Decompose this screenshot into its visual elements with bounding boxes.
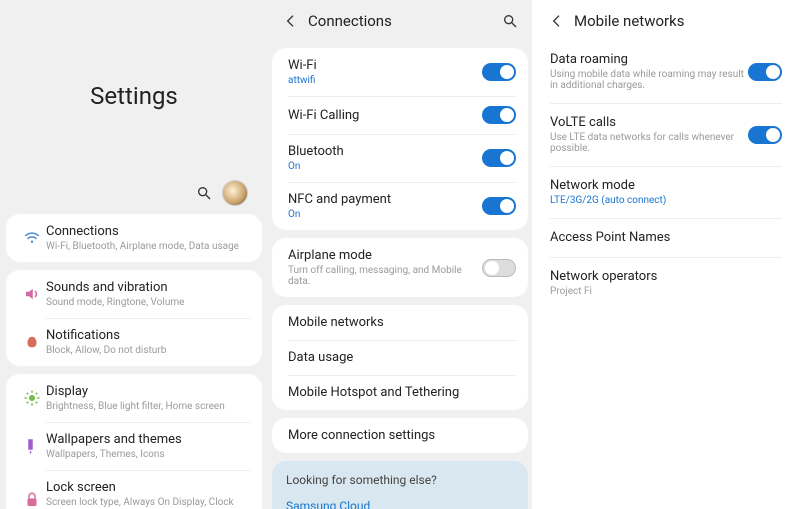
settings-main-pane: Settings Connections Wi-Fi, Bluetooth, A… bbox=[0, 0, 268, 509]
connections-pane: Connections Wi-Fi attwifi Wi-Fi Calling B… bbox=[268, 0, 532, 509]
list-item[interactable]: NFC and payment On bbox=[272, 182, 528, 230]
item-title: Lock screen bbox=[46, 480, 250, 495]
appbar-title: Mobile networks bbox=[574, 12, 784, 30]
list-item[interactable]: Data usage bbox=[272, 340, 528, 375]
item-title: Mobile Hotspot and Tethering bbox=[288, 385, 516, 400]
item-title: Bluetooth bbox=[288, 144, 482, 159]
toggle-switch[interactable] bbox=[748, 126, 782, 144]
toggle-switch[interactable] bbox=[482, 197, 516, 215]
toggle-switch[interactable] bbox=[482, 106, 516, 124]
lock-icon bbox=[18, 491, 46, 509]
list-item[interactable]: Mobile networks bbox=[272, 305, 528, 340]
header-actions bbox=[6, 180, 262, 206]
list-item[interactable]: Data roaming Using mobile data while roam… bbox=[538, 40, 794, 103]
item-subtitle: Screen lock type, Always On Display, Clo… bbox=[46, 497, 250, 509]
item-title: More connection settings bbox=[288, 428, 516, 443]
item-subtitle: Using mobile data while roaming may resu… bbox=[550, 69, 748, 91]
list-item[interactable]: More connection settings bbox=[272, 418, 528, 453]
list-item[interactable]: Bluetooth On bbox=[272, 134, 528, 182]
settings-item[interactable]: Display Brightness, Blue light filter, H… bbox=[6, 374, 262, 422]
wall-icon bbox=[18, 437, 46, 455]
settings-item[interactable]: Lock screen Screen lock type, Always On … bbox=[6, 470, 262, 509]
item-subtitle: Sound mode, Ringtone, Volume bbox=[46, 297, 250, 308]
settings-item[interactable]: Wallpapers and themes Wallpapers, Themes… bbox=[6, 422, 262, 470]
appbar: Mobile networks bbox=[538, 0, 794, 40]
page-title: Settings bbox=[6, 82, 262, 110]
settings-item[interactable]: Sounds and vibration Sound mode, Rington… bbox=[6, 270, 262, 318]
toggle-switch[interactable] bbox=[482, 259, 516, 277]
list-item[interactable]: Wi-Fi Calling bbox=[272, 96, 528, 134]
item-title: Connections bbox=[46, 224, 250, 239]
notif-icon bbox=[18, 333, 46, 351]
item-subtitle: Brightness, Blue light filter, Home scre… bbox=[46, 401, 250, 412]
wifi-icon bbox=[18, 229, 46, 247]
item-title: Access Point Names bbox=[550, 230, 782, 245]
suggestions-heading: Looking for something else? bbox=[286, 473, 514, 487]
item-title: NFC and payment bbox=[288, 192, 482, 207]
list-item[interactable]: Mobile Hotspot and Tethering bbox=[272, 375, 528, 410]
item-subtitle: Wallpapers, Themes, Icons bbox=[46, 449, 250, 460]
settings-group: Connections Wi-Fi, Bluetooth, Airplane m… bbox=[6, 214, 262, 262]
list-item[interactable]: Airplane mode Turn off calling, messaging… bbox=[272, 238, 528, 297]
display-icon bbox=[18, 389, 46, 407]
back-icon[interactable] bbox=[548, 12, 566, 30]
settings-group: More connection settings bbox=[272, 418, 528, 453]
toggle-switch[interactable] bbox=[482, 63, 516, 81]
item-subtitle: attwifi bbox=[288, 75, 482, 86]
list-item[interactable]: VoLTE calls Use LTE data networks for cal… bbox=[538, 103, 794, 166]
item-title: Data roaming bbox=[550, 52, 748, 67]
mobile-networks-pane: Mobile networks Data roaming Using mobile… bbox=[532, 0, 800, 509]
item-subtitle: On bbox=[288, 209, 482, 220]
item-subtitle: LTE/3G/2G (auto connect) bbox=[550, 195, 782, 206]
settings-item[interactable]: Connections Wi-Fi, Bluetooth, Airplane m… bbox=[6, 214, 262, 262]
list-item[interactable]: Network operators Project Fi bbox=[538, 257, 794, 309]
settings-group: Display Brightness, Blue light filter, H… bbox=[6, 374, 262, 509]
item-subtitle: On bbox=[288, 161, 482, 172]
appbar: Connections bbox=[272, 0, 528, 40]
item-subtitle: Turn off calling, messaging, and Mobile … bbox=[288, 265, 482, 287]
item-title: Wi-Fi bbox=[288, 58, 482, 73]
item-title: Data usage bbox=[288, 350, 516, 365]
item-title: Wallpapers and themes bbox=[46, 432, 250, 447]
avatar[interactable] bbox=[222, 180, 248, 206]
settings-item[interactable]: Notifications Block, Allow, Do not distu… bbox=[6, 318, 262, 366]
item-subtitle: Use LTE data networks for calls whenever… bbox=[550, 132, 748, 154]
item-title: Display bbox=[46, 384, 250, 399]
suggestions-card: Looking for something else? Samsung Clou… bbox=[272, 461, 528, 509]
item-title: Network mode bbox=[550, 178, 782, 193]
list-item[interactable]: Network mode LTE/3G/2G (auto connect) bbox=[538, 166, 794, 218]
item-subtitle: Block, Allow, Do not disturb bbox=[46, 345, 250, 356]
settings-group: Sounds and vibration Sound mode, Rington… bbox=[6, 270, 262, 366]
item-title: Airplane mode bbox=[288, 248, 482, 263]
item-title: Mobile networks bbox=[288, 315, 516, 330]
back-icon[interactable] bbox=[282, 12, 300, 30]
item-title: Network operators bbox=[550, 269, 782, 284]
toggle-switch[interactable] bbox=[748, 63, 782, 81]
settings-group: Wi-Fi attwifi Wi-Fi Calling Bluetooth On N… bbox=[272, 48, 528, 230]
item-title: VoLTE calls bbox=[550, 115, 748, 130]
item-title: Notifications bbox=[46, 328, 250, 343]
search-icon[interactable] bbox=[196, 185, 212, 201]
item-title: Sounds and vibration bbox=[46, 280, 250, 295]
list-item[interactable]: Access Point Names bbox=[538, 218, 794, 257]
settings-group: Mobile networks Data usage Mobile Hotspo… bbox=[272, 305, 528, 410]
suggestion-link[interactable]: Samsung Cloud bbox=[286, 499, 514, 509]
sound-icon bbox=[18, 285, 46, 303]
item-title: Wi-Fi Calling bbox=[288, 108, 482, 123]
list-item[interactable]: Wi-Fi attwifi bbox=[272, 48, 528, 96]
search-icon[interactable] bbox=[502, 13, 518, 29]
item-subtitle: Project Fi bbox=[550, 286, 782, 297]
settings-group: Airplane mode Turn off calling, messaging… bbox=[272, 238, 528, 297]
toggle-switch[interactable] bbox=[482, 149, 516, 167]
item-subtitle: Wi-Fi, Bluetooth, Airplane mode, Data us… bbox=[46, 241, 250, 252]
appbar-title: Connections bbox=[308, 12, 502, 30]
